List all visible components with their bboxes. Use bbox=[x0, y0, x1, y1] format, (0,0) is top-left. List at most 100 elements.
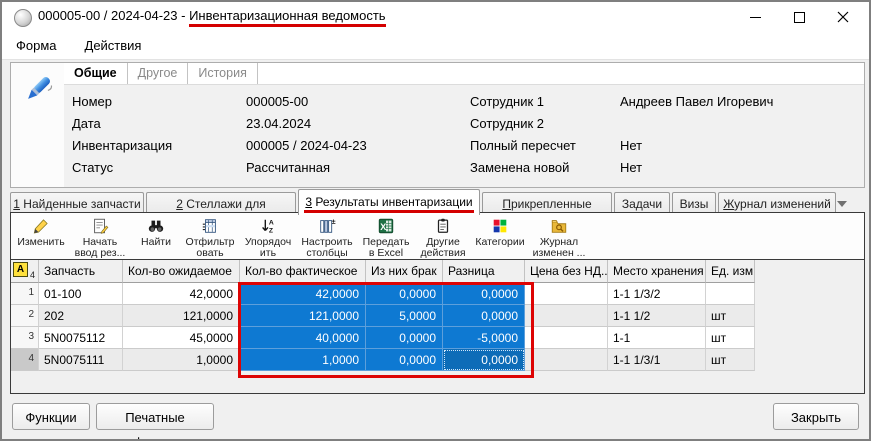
form-tab-istoriya[interactable]: История bbox=[188, 63, 257, 84]
cell-price[interactable] bbox=[525, 305, 608, 327]
menu-forma[interactable]: Форма bbox=[2, 32, 71, 59]
cell-price[interactable] bbox=[525, 349, 608, 371]
svg-text:X: X bbox=[380, 222, 386, 232]
menu-deystviya[interactable]: Действия bbox=[71, 32, 156, 59]
close-icon bbox=[837, 11, 849, 23]
cell-unit[interactable] bbox=[706, 283, 755, 305]
toolbar-button-edit[interactable]: Изменить bbox=[13, 213, 69, 259]
toolbar-button-start-input[interactable]: Начатьввод рез... bbox=[69, 213, 131, 259]
cell-actual[interactable]: 1,0000 bbox=[240, 349, 366, 371]
cell-price[interactable] bbox=[525, 327, 608, 349]
cell-expected[interactable]: 1,0000 bbox=[123, 349, 240, 371]
column-header-part[interactable]: Запчасть bbox=[39, 260, 123, 283]
table-header-row: A4 Запчасть Кол-во ожидаемое Кол-во факт… bbox=[11, 260, 864, 283]
field-label-sotrudnik1: Сотрудник 1 bbox=[470, 94, 544, 109]
titlebar: 000005-00 / 2024-04-23 - Инвентаризацион… bbox=[2, 2, 869, 32]
cell-unit[interactable]: шт bbox=[706, 349, 755, 371]
cell-defect[interactable]: 5,0000 bbox=[366, 305, 443, 327]
table-row: 3 5N0075112 45,0000 40,0000 0,0000 -5,00… bbox=[11, 327, 864, 349]
app-icon bbox=[14, 9, 32, 27]
column-header-actual[interactable]: Кол-во фактическое bbox=[240, 260, 366, 283]
cell-expected[interactable]: 42,0000 bbox=[123, 283, 240, 305]
cell-part[interactable]: 5N0075111 bbox=[39, 349, 123, 371]
toolbar-button-other-actions[interactable]: Другиедействия bbox=[415, 213, 471, 259]
cell-diff-focused[interactable]: 0,0000 bbox=[443, 349, 525, 371]
footer-bar: Функции Печатные формы Закрыть bbox=[2, 394, 869, 439]
table-toolbar: Изменить Начатьввод рез... Найти Отфильт… bbox=[11, 213, 864, 260]
table-filter-icon bbox=[201, 216, 219, 236]
cell-expected[interactable]: 121,0000 bbox=[123, 305, 240, 327]
cell-location[interactable]: 1-1 1/3/2 bbox=[608, 283, 706, 305]
row-number[interactable]: 3 bbox=[11, 327, 39, 349]
sort-az-icon: AZ bbox=[259, 216, 277, 236]
cell-location[interactable]: 1-1 1/2 bbox=[608, 305, 706, 327]
print-forms-button[interactable]: Печатные формы bbox=[96, 403, 214, 430]
field-label-status: Статус bbox=[72, 160, 113, 175]
form-tab-drugoe[interactable]: Другое bbox=[128, 63, 189, 84]
field-value-zamenena-novoj: Нет bbox=[620, 160, 642, 175]
toolbar-button-sort[interactable]: AZ Упорядочить bbox=[239, 213, 297, 259]
annotation-tab-underline bbox=[304, 210, 474, 213]
cell-diff[interactable]: 0,0000 bbox=[443, 283, 525, 305]
tab-rezultaty-inventarizacii[interactable]: 3 Результаты инвентаризации bbox=[298, 189, 480, 215]
cell-diff[interactable]: -5,0000 bbox=[443, 327, 525, 349]
column-header-price[interactable]: Цена без НД... bbox=[525, 260, 608, 283]
maximize-button[interactable] bbox=[777, 2, 821, 32]
row-number[interactable]: 4 bbox=[11, 349, 39, 371]
close-form-button[interactable]: Закрыть bbox=[773, 403, 859, 430]
window-title-highlight: Инвентаризационная ведомость bbox=[189, 8, 386, 27]
cell-part[interactable]: 01-100 bbox=[39, 283, 123, 305]
cell-unit[interactable]: шт bbox=[706, 305, 755, 327]
cell-actual[interactable]: 42,0000 bbox=[240, 283, 366, 305]
menubar: Форма Действия bbox=[2, 32, 869, 60]
clipboard-icon bbox=[434, 216, 452, 236]
cell-location[interactable]: 1-1 bbox=[608, 327, 706, 349]
app-window: 000005-00 / 2024-04-23 - Инвентаризацион… bbox=[0, 0, 871, 441]
cell-expected[interactable]: 45,0000 bbox=[123, 327, 240, 349]
column-header-location[interactable]: Место хранения bbox=[608, 260, 706, 283]
field-label-data: Дата bbox=[72, 116, 101, 131]
field-value-inventarizaciya: 000005 / 2024-04-23 bbox=[246, 138, 367, 153]
field-value-data: 23.04.2024 bbox=[246, 116, 311, 131]
tab-overflow-button[interactable] bbox=[832, 197, 852, 211]
form-tab-obshchie[interactable]: Общие bbox=[64, 63, 128, 84]
column-header-unit[interactable]: Ед. изм. bbox=[706, 260, 755, 283]
toolbar-button-export-excel[interactable]: X Передатьв Excel bbox=[357, 213, 415, 259]
close-button[interactable] bbox=[821, 2, 865, 32]
cell-location[interactable]: 1-1 1/3/1 bbox=[608, 349, 706, 371]
field-label-zamenena-novoj: Заменена новой bbox=[470, 160, 569, 175]
toolbar-button-configure-columns[interactable]: ± Настроитьстолбцы bbox=[297, 213, 357, 259]
cell-defect[interactable]: 0,0000 bbox=[366, 283, 443, 305]
cell-part[interactable]: 5N0075112 bbox=[39, 327, 123, 349]
field-label-sotrudnik2: Сотрудник 2 bbox=[470, 116, 544, 131]
record-icon-panel bbox=[10, 62, 66, 188]
cell-actual[interactable]: 121,0000 bbox=[240, 305, 366, 327]
filter-badge-icon: A bbox=[13, 262, 28, 277]
cell-actual[interactable]: 40,0000 bbox=[240, 327, 366, 349]
minimize-button[interactable] bbox=[733, 2, 777, 32]
toolbar-button-change-log[interactable]: Журнализменен ... bbox=[529, 213, 589, 259]
functions-button[interactable]: Функции bbox=[12, 403, 90, 430]
column-header-expected[interactable]: Кол-во ожидаемое bbox=[123, 260, 240, 283]
row-number[interactable]: 1 bbox=[11, 283, 39, 305]
table-row: 2 202 121,0000 121,0000 5,0000 0,0000 1-… bbox=[11, 305, 864, 327]
row-number[interactable]: 2 bbox=[11, 305, 39, 327]
toolbar-button-categories[interactable]: Категории bbox=[471, 213, 529, 259]
folder-magnifier-icon bbox=[550, 216, 568, 236]
cell-diff[interactable]: 0,0000 bbox=[443, 305, 525, 327]
select-all-corner[interactable]: A4 bbox=[11, 260, 39, 283]
field-value-polnyj-pereschet: Нет bbox=[620, 138, 642, 153]
column-header-defect[interactable]: Из них брак bbox=[366, 260, 443, 283]
form-tabs: Общие Другое История bbox=[64, 63, 864, 85]
color-squares-icon bbox=[491, 216, 509, 236]
toolbar-button-filter[interactable]: Отфильтровать bbox=[181, 213, 239, 259]
cell-part[interactable]: 202 bbox=[39, 305, 123, 327]
cell-defect[interactable]: 0,0000 bbox=[366, 349, 443, 371]
document-pencil-icon bbox=[91, 216, 109, 236]
cell-unit[interactable]: шт bbox=[706, 327, 755, 349]
cell-price[interactable] bbox=[525, 283, 608, 305]
field-label-nomer: Номер bbox=[72, 94, 112, 109]
toolbar-button-find[interactable]: Найти bbox=[131, 213, 181, 259]
cell-defect[interactable]: 0,0000 bbox=[366, 327, 443, 349]
column-header-diff[interactable]: Разница bbox=[443, 260, 525, 283]
